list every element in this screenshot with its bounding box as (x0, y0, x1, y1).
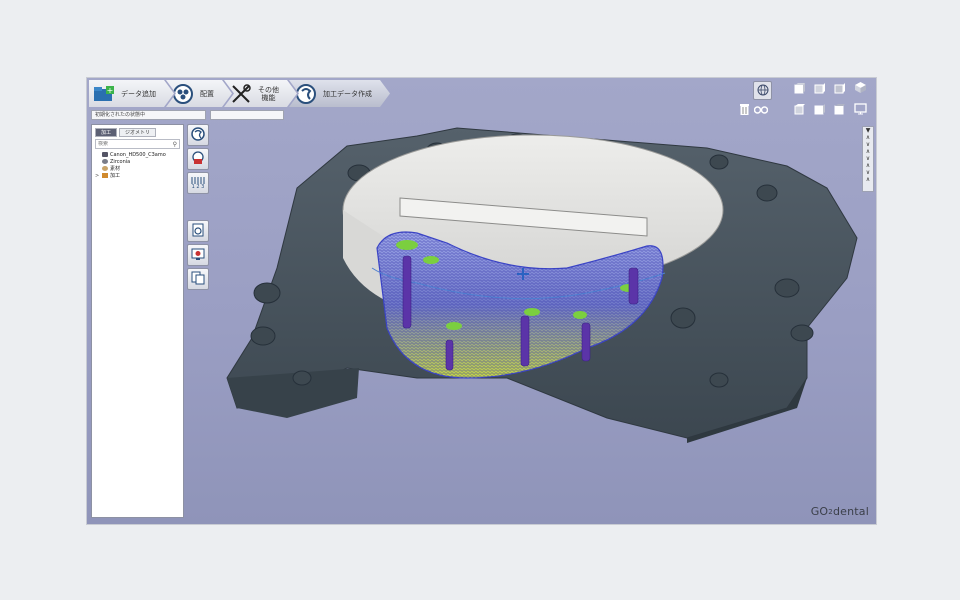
cam-application-window: + データ追加 配置 その他 機能 加工データ作成 初期化されたの状態中 加工 … (87, 78, 876, 524)
monitor-icon (853, 100, 867, 119)
view-front-icon (794, 79, 806, 98)
delete-toolpath-icon (191, 150, 205, 169)
operation-tree-panel: 加工 ジオメトリ ⚲ Canon_HD500_C3amo Zirconia 素材… (91, 124, 184, 518)
view-iso-icon (854, 79, 867, 98)
step-add-data-label: データ追加 (121, 89, 156, 98)
toolpath-order-button[interactable]: 1 2 3 (187, 172, 209, 194)
tab-machining[interactable]: 加工 (95, 128, 118, 137)
view-top-icon (794, 100, 806, 119)
delete-toolpath-button[interactable] (187, 148, 209, 170)
calculate-toolpath-icon (191, 126, 205, 145)
strip-down-icon[interactable]: ∨ (866, 169, 870, 176)
strip-down-icon[interactable]: ∨ (866, 141, 870, 148)
search-icon[interactable]: ⚲ (173, 141, 177, 148)
view-front-button[interactable] (793, 82, 807, 94)
tree-search-box: ⚲ (95, 139, 180, 149)
view-bottom-button[interactable] (813, 103, 827, 115)
report-icon (191, 270, 205, 289)
workflow-bar: + データ追加 配置 その他 機能 加工データ作成 (89, 80, 382, 107)
view-right-icon (834, 79, 846, 98)
placement-icon (172, 83, 194, 105)
toolpath-icon (295, 83, 317, 105)
simulation-button[interactable] (187, 244, 209, 266)
step-placement-label: 配置 (200, 89, 214, 98)
view-back-button[interactable] (813, 82, 827, 94)
strip-up-icon[interactable]: ∧ (866, 162, 870, 169)
tab-geometry[interactable]: ジオメトリ (119, 128, 157, 137)
export-nc-button[interactable] (187, 220, 209, 242)
step-create-toolpath[interactable]: 加工データ作成 (289, 80, 390, 107)
tree-item-blank[interactable]: 素材 (95, 165, 183, 172)
report-button[interactable] (187, 268, 209, 290)
tools-icon (230, 83, 252, 105)
tree-item-machining[interactable]: > 加工 (95, 172, 183, 180)
strip-up-icon[interactable]: ∧ (866, 176, 870, 183)
globe-icon (757, 81, 769, 100)
folder-add-icon: + (93, 83, 115, 105)
panel-tabs: 加工 ジオメトリ (92, 125, 183, 137)
step-other-functions[interactable]: その他 機能 (224, 80, 297, 107)
simulation-icon (191, 246, 205, 265)
machine-icon (102, 152, 108, 157)
trash-button[interactable] (737, 103, 751, 115)
step-placement[interactable]: 配置 (166, 80, 232, 107)
brand-logo: GO2dental (810, 505, 869, 518)
strip-up-icon[interactable]: ∧ (866, 134, 870, 141)
progress-status-text: 初期化されたの状態中 (91, 110, 207, 120)
view-settings-button[interactable] (753, 81, 772, 100)
view-left-button[interactable] (833, 103, 847, 115)
step-other-functions-label: その他 機能 (258, 85, 279, 102)
view-top-button[interactable] (793, 103, 807, 115)
tree-item-material[interactable]: Zirconia (95, 158, 183, 165)
toolpath-order-icon: 1 2 3 (191, 176, 205, 190)
glasses-button[interactable] (753, 103, 769, 115)
glasses-icon (753, 100, 769, 119)
tree-item-label: Canon_HD500_C3amo (110, 151, 166, 158)
view-right-button[interactable] (833, 82, 847, 94)
view-left-icon (834, 100, 846, 119)
tree-expander[interactable]: > (95, 173, 102, 179)
view-back-icon (814, 79, 826, 98)
step-add-data[interactable]: + データ追加 (89, 80, 174, 107)
machining-icon (102, 173, 108, 178)
tree-item-label: Zirconia (110, 158, 131, 165)
strip-down-icon[interactable]: ∨ (866, 155, 870, 162)
fit-view-button[interactable] (853, 102, 867, 115)
tree-item-machine[interactable]: Canon_HD500_C3amo (95, 151, 183, 158)
material-icon (102, 159, 108, 164)
svg-text:+: + (107, 86, 114, 95)
collapse-arrow-icon[interactable]: ▼ (866, 127, 871, 134)
tree-search-input[interactable] (98, 141, 158, 147)
calculate-toolpath-button[interactable] (187, 124, 209, 146)
view-bottom-icon (814, 100, 826, 119)
view-iso-button[interactable] (853, 81, 867, 94)
blank-icon (102, 166, 108, 171)
tree-item-label: 素材 (110, 166, 121, 172)
progress-bar: 初期化されたの状態中 (91, 110, 284, 120)
strip-up-icon[interactable]: ∧ (866, 148, 870, 155)
tree-item-label: 加工 (110, 173, 121, 179)
step-create-toolpath-label: 加工データ作成 (323, 89, 372, 98)
view-control-strip: ▼ ∧ ∨ ∧ ∨ ∧ ∨ ∧ (862, 126, 874, 192)
progress-value-box (210, 110, 284, 120)
trash-icon (739, 100, 750, 119)
export-nc-icon (191, 222, 205, 241)
